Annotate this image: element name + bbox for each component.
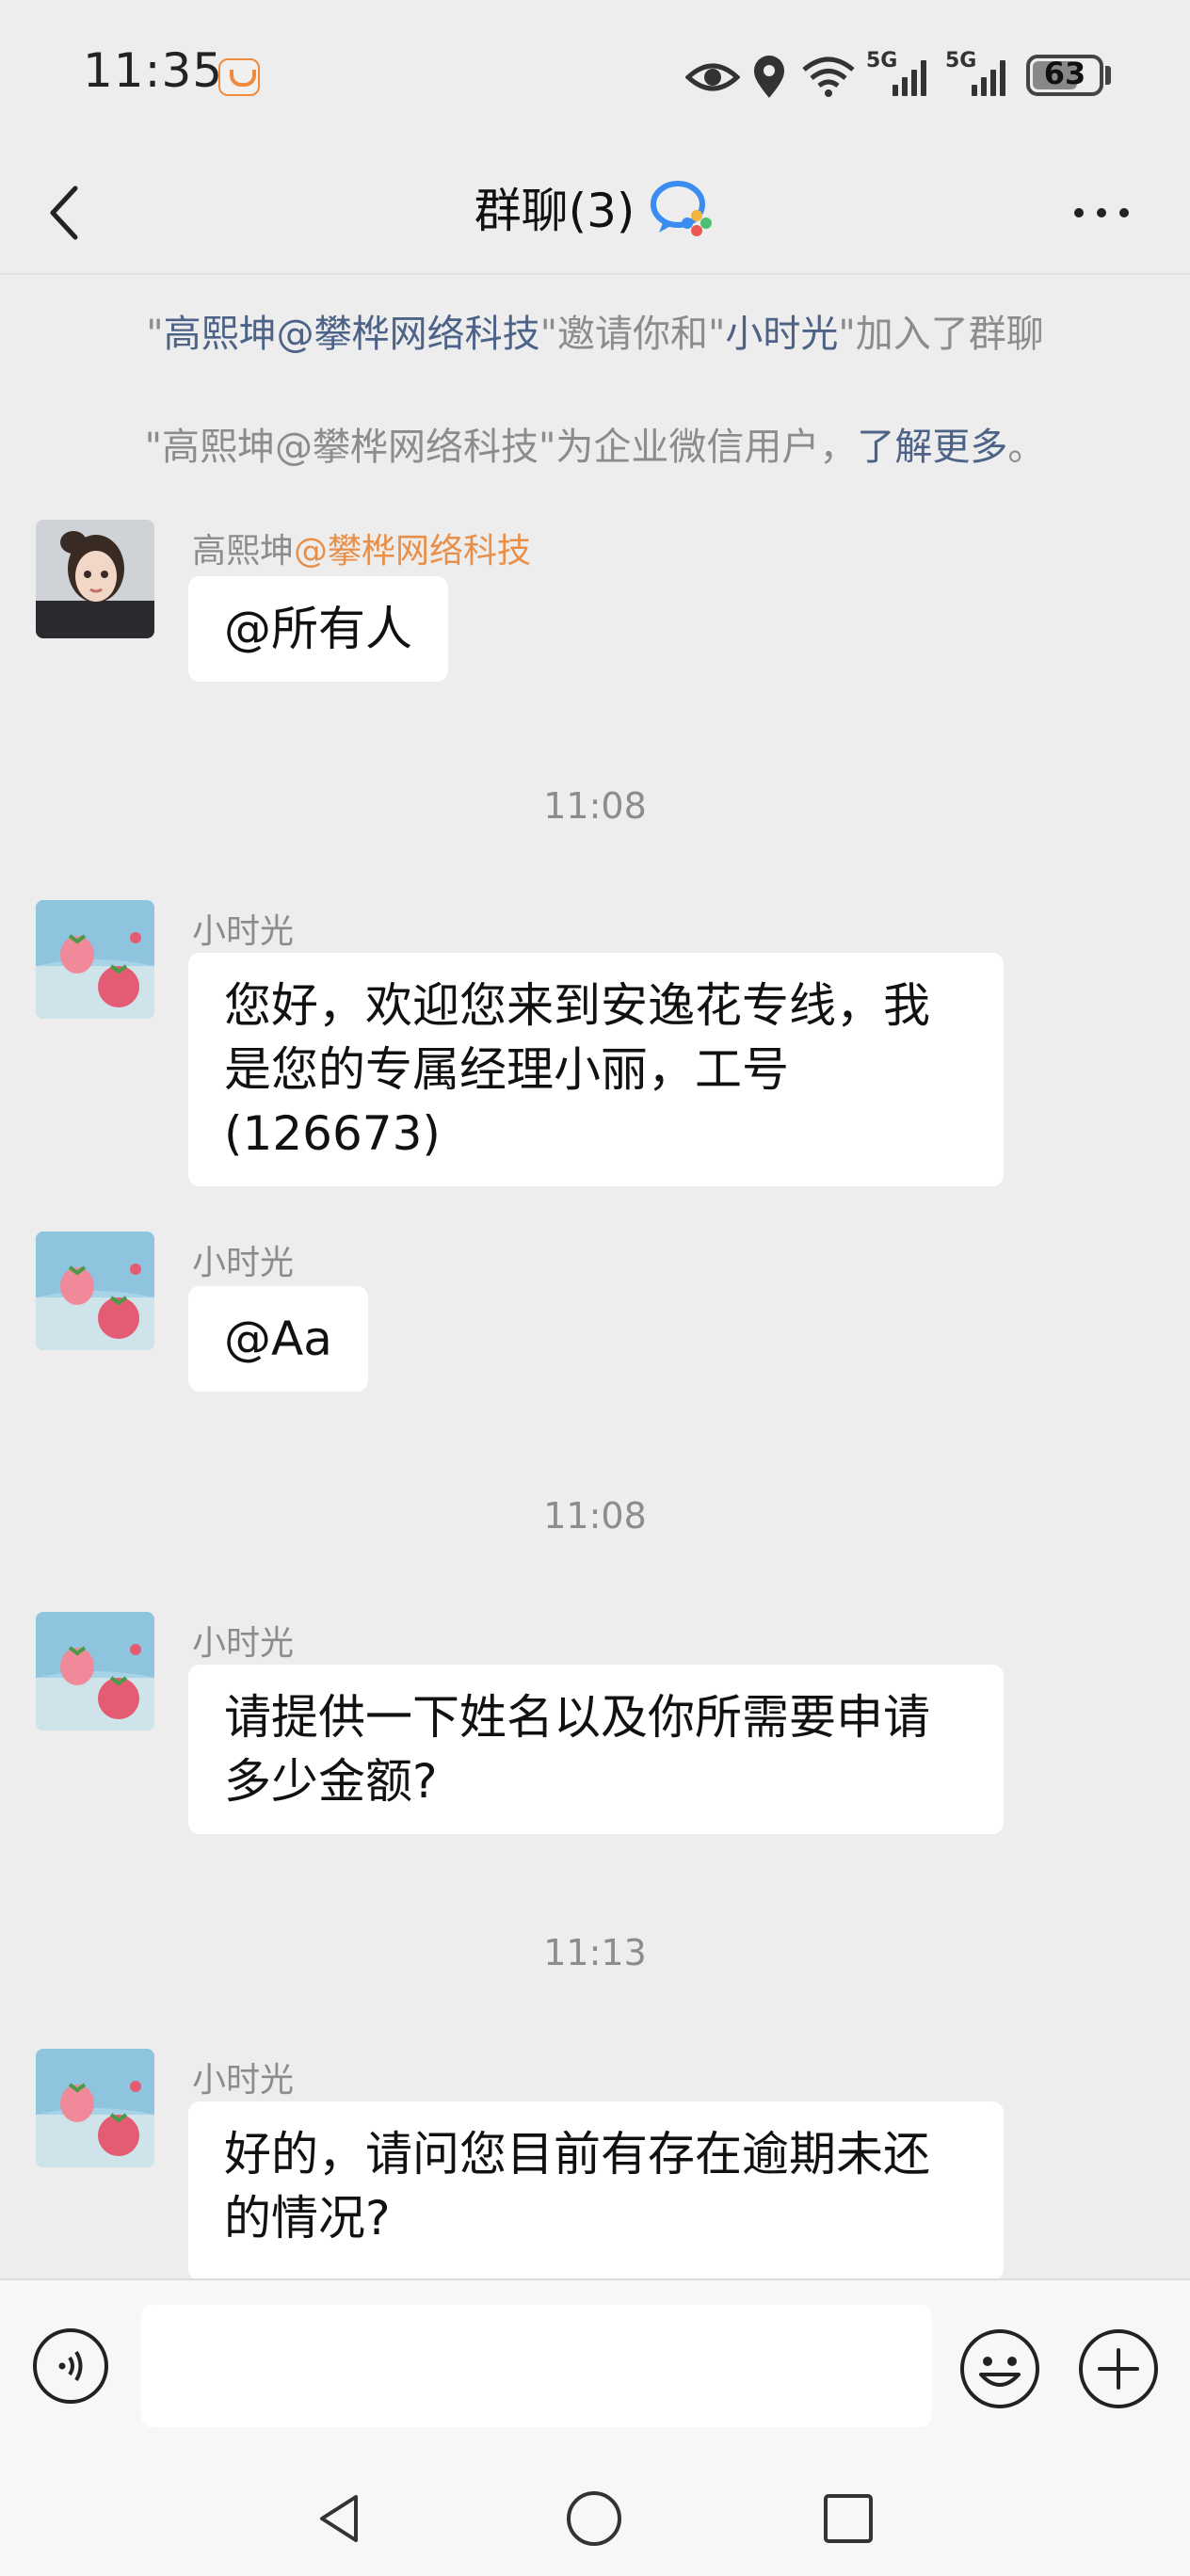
sender-name: 高熙坤@攀桦网络科技	[192, 532, 532, 571]
location-icon	[754, 56, 784, 98]
message-bubble[interactable]: @所有人	[188, 576, 448, 682]
signal-strength-icon	[892, 58, 926, 96]
wifi-icon	[802, 56, 855, 97]
status-bar: 11:35 5G 5G 63	[0, 0, 1190, 151]
eye-icon	[685, 63, 740, 91]
message-input[interactable]	[141, 2305, 932, 2427]
chat-title: 群聊(3)	[0, 173, 1190, 241]
chat-header: 群聊(3)	[0, 151, 1190, 275]
nav-back-icon[interactable]	[307, 2486, 373, 2552]
message-input-bar	[0, 2278, 1190, 2459]
nav-recents-icon[interactable]	[815, 2486, 881, 2552]
system-wecom-notice: "高熙坤@攀桦网络科技"为企业微信用户，了解更多。	[144, 426, 1046, 469]
sender-avatar[interactable]	[36, 900, 154, 1019]
message-timestamp: 11:13	[543, 1932, 647, 1973]
inviter-link[interactable]: 高熙坤@攀桦网络科技	[164, 313, 540, 356]
status-time: 11:35	[83, 43, 224, 98]
sender-avatar[interactable]	[36, 1612, 154, 1731]
chat-title-text: 群聊(3)	[474, 184, 635, 238]
sender-name: 小时光	[192, 1244, 295, 1282]
learn-more-link[interactable]: 了解更多	[857, 426, 1007, 469]
wecom-logo-icon	[651, 181, 713, 236]
sender-avatar[interactable]	[36, 1232, 154, 1350]
sender-name: 小时光	[192, 912, 295, 951]
sender-avatar[interactable]	[36, 2049, 154, 2167]
battery-icon: 63	[1026, 55, 1103, 96]
voice-input-button[interactable]	[32, 2327, 109, 2405]
message-bubble[interactable]: @Aa	[188, 1286, 368, 1392]
invitee-link[interactable]: 小时光	[725, 313, 838, 356]
emoji-button[interactable]	[958, 2327, 1041, 2410]
system-invite-message: "高熙坤@攀桦网络科技"邀请你和"小时光"加入了群聊	[146, 313, 1044, 356]
didi-notification-icon	[218, 58, 260, 96]
system-navigation-bar	[0, 2457, 1190, 2576]
message-bubble[interactable]: 您好，欢迎您来到安逸花专线，我 是您的专属经理小丽，工号 (126673)	[188, 953, 1004, 1186]
sender-company: @攀桦网络科技	[294, 532, 532, 571]
sender-name: 小时光	[192, 2061, 295, 2100]
sender-avatar[interactable]	[36, 520, 154, 638]
battery-level: 63	[1043, 56, 1086, 91]
nav-home-icon[interactable]	[561, 2486, 627, 2552]
message-timestamp: 11:08	[543, 785, 647, 827]
more-options-button[interactable]	[1064, 175, 1139, 250]
sender-name: 小时光	[192, 1624, 295, 1663]
more-functions-button[interactable]	[1077, 2327, 1160, 2410]
message-bubble[interactable]: 请提供一下姓名以及你所需要申请 多少金额?	[188, 1665, 1004, 1834]
message-timestamp: 11:08	[543, 1495, 647, 1537]
signal-strength-icon	[972, 58, 1005, 96]
message-bubble[interactable]: 好的，请问您目前有存在逾期未还 的情况?	[188, 2101, 1004, 2280]
